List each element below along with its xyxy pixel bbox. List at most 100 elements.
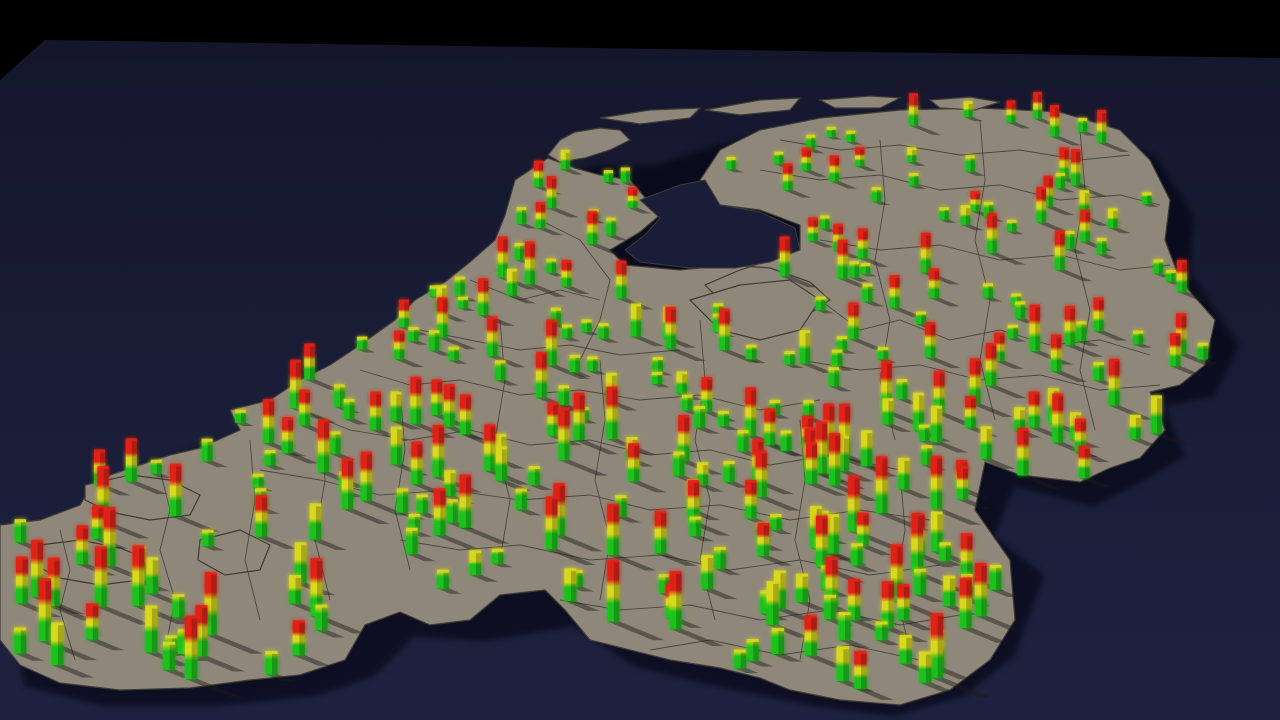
bar-side — [567, 326, 573, 338]
map-bar — [687, 480, 700, 523]
map-bar — [558, 407, 570, 460]
bar-top — [1071, 148, 1081, 152]
bar-top — [581, 319, 592, 323]
bar-side — [861, 652, 867, 689]
bar-top — [987, 212, 997, 216]
map-bar — [1028, 391, 1040, 428]
bar-side — [443, 571, 449, 589]
bar-side — [1113, 210, 1118, 228]
bar-top — [607, 559, 620, 563]
bar-side — [579, 394, 585, 441]
map-bar — [771, 627, 785, 655]
bar-top — [931, 405, 942, 409]
bar-side — [403, 490, 409, 513]
map-bar — [1078, 117, 1088, 132]
bar-side — [541, 353, 547, 398]
bar-top — [718, 410, 729, 414]
bar-top — [943, 575, 956, 579]
bar-top — [146, 557, 159, 561]
bar-side — [556, 309, 561, 325]
bar-top — [851, 543, 863, 547]
bar-top — [1015, 301, 1026, 305]
map-bar — [282, 417, 294, 453]
bar-top — [825, 556, 838, 560]
bar-side — [404, 301, 409, 328]
bar-top — [310, 558, 323, 562]
map-bar — [459, 474, 472, 528]
map-bar — [851, 543, 863, 566]
map-bar — [172, 594, 185, 618]
bar-top — [370, 391, 381, 395]
bar-side — [925, 653, 932, 683]
bar-side — [968, 102, 973, 117]
map-bar — [983, 283, 994, 298]
bar-side — [376, 393, 381, 430]
map-bar — [431, 379, 443, 416]
bar-top — [410, 376, 422, 380]
bar-side — [551, 260, 557, 273]
bar-top — [898, 457, 910, 461]
bar-top — [282, 417, 294, 421]
bar-side — [937, 615, 944, 678]
map-bar — [255, 495, 267, 537]
bar-side — [813, 219, 818, 241]
bar-side — [540, 204, 546, 228]
bar-side — [322, 606, 328, 631]
map-bar — [394, 330, 405, 359]
bar-side — [912, 149, 917, 162]
bar-top — [862, 283, 873, 287]
bar-top — [1097, 109, 1107, 113]
map-bar — [801, 147, 811, 171]
bar-top — [524, 241, 535, 245]
map-bar — [484, 424, 496, 471]
map-bar — [989, 564, 1002, 590]
bar-top — [329, 431, 341, 435]
bar-side — [1020, 303, 1026, 319]
bar-side — [613, 505, 619, 555]
bar-side — [570, 570, 577, 602]
bar-top — [507, 268, 517, 272]
bar-top — [960, 205, 971, 209]
bar-side — [661, 512, 667, 554]
bar-side — [780, 572, 786, 609]
bar-top — [914, 568, 926, 572]
bar-side — [991, 345, 997, 386]
bar-side — [92, 605, 99, 640]
bar-top — [125, 438, 137, 442]
bar-side — [831, 128, 836, 137]
bar-top — [406, 527, 418, 531]
bar-top — [484, 424, 496, 428]
bar-top — [47, 557, 60, 561]
bar-side — [625, 169, 631, 183]
bar-top — [265, 650, 278, 654]
bar-side — [465, 476, 472, 528]
map-bar — [264, 450, 276, 466]
bar-side — [1058, 395, 1064, 443]
bar-side — [775, 401, 781, 415]
bar-side — [490, 426, 496, 471]
bar-side — [740, 651, 747, 668]
map-bar — [985, 343, 997, 386]
bar-top — [697, 462, 709, 466]
bar-top — [587, 356, 598, 360]
map-bar — [804, 614, 817, 656]
bar-side — [452, 501, 458, 523]
bar-side — [1114, 360, 1120, 406]
bar-top — [390, 391, 402, 395]
map-bar — [1050, 334, 1062, 371]
bar-side — [565, 151, 570, 170]
bar-top — [1006, 100, 1016, 104]
bar-side — [821, 298, 826, 310]
map-bar — [965, 155, 975, 172]
bar-top — [931, 511, 943, 515]
bar-top — [909, 172, 919, 176]
bar-side — [1012, 221, 1017, 232]
bar-top — [478, 278, 489, 282]
bar-side — [785, 238, 790, 276]
bar-top — [654, 510, 667, 514]
bar-top — [290, 359, 301, 363]
bar-top — [701, 554, 714, 558]
bar-top — [857, 228, 868, 232]
bar-top — [92, 505, 104, 509]
bar-top — [676, 371, 688, 375]
